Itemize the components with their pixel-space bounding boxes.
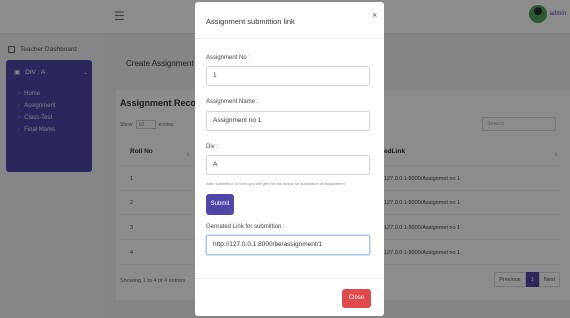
divider: [195, 278, 384, 279]
form-hint: After submittion of form you will get th…: [206, 181, 345, 186]
assignment-link-modal: Assignment submittion link × Assignment …: [195, 2, 384, 316]
assignment-name-field[interactable]: Assignment no 1: [206, 111, 370, 131]
modal-title: Assignment submittion link: [206, 17, 295, 26]
submit-button[interactable]: Submit: [206, 194, 234, 215]
generated-link-label: Genrated Link for submittion :: [206, 224, 285, 230]
divider: [195, 38, 384, 39]
close-button[interactable]: Close: [342, 289, 371, 308]
assignment-no-label: Assignment No :: [206, 55, 251, 61]
assignment-name-label: Assignment Name :: [206, 99, 259, 105]
div-field[interactable]: A: [206, 155, 370, 175]
close-icon[interactable]: ×: [372, 10, 377, 20]
div-label: Div :: [206, 144, 218, 150]
assignment-no-field[interactable]: 1: [206, 66, 370, 86]
generated-link-field[interactable]: http://127.0.0.1:8000/be/assignment/1: [206, 235, 370, 255]
